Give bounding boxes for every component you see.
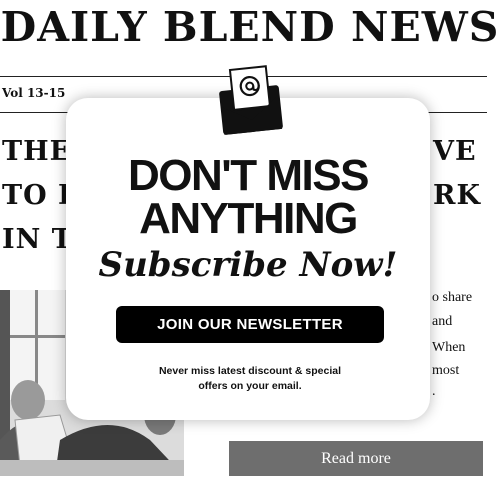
envelope-at-icon xyxy=(219,62,283,136)
headline-right-1: VE xyxy=(433,136,477,167)
popup-title-line1: DON'T MISS xyxy=(128,151,369,200)
body-fragment: and xyxy=(432,314,453,329)
read-more-button[interactable]: Read more xyxy=(229,441,483,476)
popup-title-line2: ANYTHING xyxy=(139,194,358,243)
popup-subtitle: Subscribe Now! xyxy=(98,245,398,285)
volume-label: Vol 13-15 xyxy=(2,86,66,100)
headline-left-1: THE xyxy=(2,136,72,167)
body-fragment: o share xyxy=(432,290,473,305)
popup-note-line2: offers on your email. xyxy=(198,380,302,392)
masthead: DAILY BLEND NEWS xyxy=(0,3,500,51)
body-fragment: When xyxy=(432,340,466,355)
join-newsletter-button[interactable]: JOIN OUR NEWSLETTER xyxy=(116,306,384,343)
popup-note: Never miss latest discount & special off… xyxy=(66,364,434,394)
body-fragment: most xyxy=(432,363,460,378)
popup-note-line1: Never miss latest discount & special xyxy=(158,365,342,377)
headline-right-2: RK xyxy=(433,180,481,211)
